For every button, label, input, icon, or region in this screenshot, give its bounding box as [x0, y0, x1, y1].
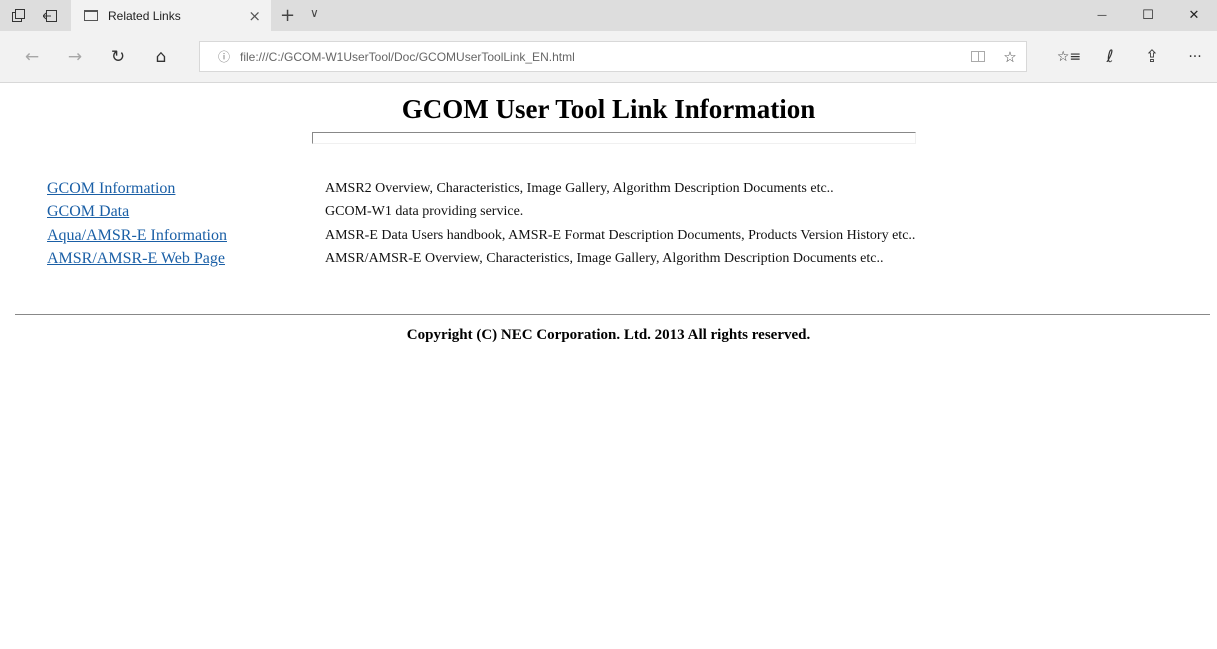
page-title: GCOM User Tool Link Information: [401, 94, 816, 124]
close-tab-icon[interactable]: ×: [248, 7, 261, 25]
list-item: Aqua/AMSR-E Information AMSR-E Data User…: [47, 224, 1147, 248]
favorites-list-button[interactable]: ☆≡: [1055, 45, 1083, 69]
share-button[interactable]: ⇪: [1138, 45, 1166, 69]
link-description: AMSR2 Overview, Characteristics, Image G…: [325, 180, 834, 196]
footer-divider: [15, 314, 1210, 315]
list-item: GCOM Data GCOM-W1 data providing service…: [47, 201, 1147, 225]
link-description: AMSR-E Data Users handbook, AMSR-E Forma…: [325, 227, 916, 243]
share-icon: ⇪: [1144, 47, 1160, 67]
list-item: GCOM Information AMSR2 Overview, Charact…: [47, 177, 1147, 201]
amsr-web-page-link[interactable]: AMSR/AMSR-E Web Page: [47, 250, 325, 268]
refresh-icon: ↻: [110, 47, 126, 67]
site-info-icon[interactable]: ⓘ: [216, 49, 232, 65]
forward-arrow-icon: →: [67, 47, 83, 67]
minimize-button[interactable]: —: [1079, 0, 1125, 31]
tab-title: Related Links: [108, 8, 181, 23]
minimize-icon: —: [1097, 10, 1107, 21]
home-icon: ⌂: [155, 47, 167, 67]
page-content: GCOM User Tool Link Information GCOM Inf…: [0, 84, 1217, 649]
page-icon: [84, 10, 98, 21]
refresh-button[interactable]: ↻: [104, 45, 132, 69]
link-description: GCOM-W1 data providing service.: [325, 204, 524, 220]
maximize-icon: ☐: [1142, 8, 1154, 23]
navigation-bar: ← → ↻ ⌂ ⓘ file:///C:/GCOM-W1UserTool/Doc…: [0, 31, 1217, 83]
back-button[interactable]: ←: [18, 45, 46, 69]
pen-icon: ℓ: [1106, 47, 1114, 67]
more-button[interactable]: ···: [1181, 45, 1209, 69]
home-button[interactable]: ⌂: [147, 45, 175, 69]
more-icon: ···: [1188, 49, 1202, 65]
gcom-information-link[interactable]: GCOM Information: [47, 180, 325, 198]
close-window-button[interactable]: ✕: [1171, 0, 1217, 31]
title-divider: [312, 132, 916, 144]
address-bar[interactable]: ⓘ file:///C:/GCOM-W1UserTool/Doc/GCOMUse…: [199, 41, 1027, 72]
active-tab[interactable]: Related Links ×: [71, 0, 271, 31]
maximize-button[interactable]: ☐: [1125, 0, 1171, 31]
notes-button[interactable]: ℓ: [1096, 45, 1124, 69]
forward-button[interactable]: →: [61, 45, 89, 69]
favorite-star-icon[interactable]: ☆: [994, 43, 1026, 71]
chevron-down-icon[interactable]: ∨: [310, 6, 319, 20]
close-icon: ✕: [1188, 8, 1200, 23]
aqua-amsr-e-information-link[interactable]: Aqua/AMSR-E Information: [47, 227, 325, 245]
back-arrow-icon: ←: [24, 47, 40, 67]
copyright-text: Copyright (C) NEC Corporation. Ltd. 2013…: [406, 327, 811, 343]
favorites-list-icon: ☆≡: [1056, 49, 1082, 65]
title-bar: Related Links × + ∨ — ☐ ✕: [0, 0, 1217, 31]
link-description: AMSR/AMSR-E Overview, Characteristics, I…: [325, 251, 884, 267]
reading-view-icon[interactable]: [962, 43, 994, 71]
list-item: AMSR/AMSR-E Web Page AMSR/AMSR-E Overvie…: [47, 248, 1147, 272]
new-tab-icon[interactable]: +: [280, 5, 295, 26]
address-url[interactable]: file:///C:/GCOM-W1UserTool/Doc/GCOMUserT…: [240, 50, 962, 64]
gcom-data-link[interactable]: GCOM Data: [47, 203, 325, 221]
tab-preview-icon[interactable]: [4, 0, 32, 31]
links-table: GCOM Information AMSR2 Overview, Charact…: [47, 177, 1147, 271]
set-aside-tabs-icon[interactable]: [36, 0, 64, 31]
